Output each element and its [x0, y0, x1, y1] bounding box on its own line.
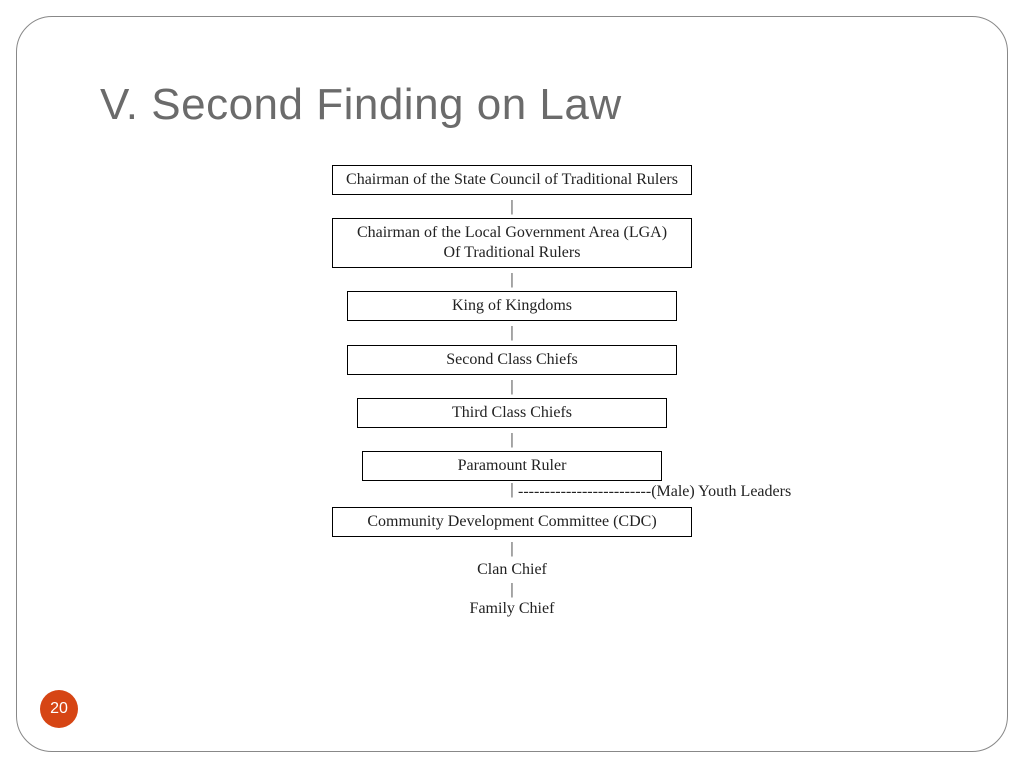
branch-connector: -------------------------(Male) Youth Le…	[518, 483, 791, 501]
hierarchy-label: Family Chief	[470, 599, 555, 619]
slide: V. Second Finding on Law Chairman of the…	[0, 0, 1024, 768]
slide-title: V. Second Finding on Law	[100, 80, 622, 130]
hierarchy-text-level9: Family Chief	[470, 599, 555, 619]
hierarchy-label: Chairman of the Local Government Area (L…	[341, 223, 683, 243]
hierarchy-label: Clan Chief	[477, 560, 547, 580]
connector: |	[510, 321, 513, 344]
connector: |	[510, 537, 513, 560]
hierarchy-box-level7: Community Development Committee (CDC)	[332, 507, 692, 537]
hierarchy-box-level3: King of Kingdoms	[347, 291, 677, 321]
connector: |	[510, 481, 513, 499]
connector: |	[510, 268, 513, 291]
hierarchy-text-level8: Clan Chief	[477, 560, 547, 580]
hierarchy-label: Paramount Ruler	[371, 456, 653, 476]
hierarchy-box-level2: Chairman of the Local Government Area (L…	[332, 218, 692, 268]
connector: |	[510, 375, 513, 398]
hierarchy-label: Second Class Chiefs	[356, 350, 668, 370]
hierarchy-label: Chairman of the State Council of Traditi…	[341, 170, 683, 190]
connector: |	[510, 580, 513, 599]
page-number: 20	[50, 700, 68, 718]
hierarchy-diagram: Chairman of the State Council of Traditi…	[0, 165, 1024, 619]
hierarchy-box-level5: Third Class Chiefs	[357, 398, 667, 428]
hierarchy-box-level4: Second Class Chiefs	[347, 345, 677, 375]
hierarchy-label: Third Class Chiefs	[366, 403, 658, 423]
branch-label: (Male) Youth Leaders	[651, 483, 791, 500]
hierarchy-box-level1: Chairman of the State Council of Traditi…	[332, 165, 692, 195]
branch-row: | -------------------------(Male) Youth …	[0, 481, 1024, 507]
hierarchy-label: Community Development Committee (CDC)	[341, 512, 683, 532]
page-number-badge: 20	[40, 690, 78, 728]
connector: |	[510, 195, 513, 218]
hierarchy-label: Of Traditional Rulers	[341, 243, 683, 263]
hierarchy-label: King of Kingdoms	[356, 296, 668, 316]
connector: |	[510, 428, 513, 451]
hierarchy-box-level6: Paramount Ruler	[362, 451, 662, 481]
